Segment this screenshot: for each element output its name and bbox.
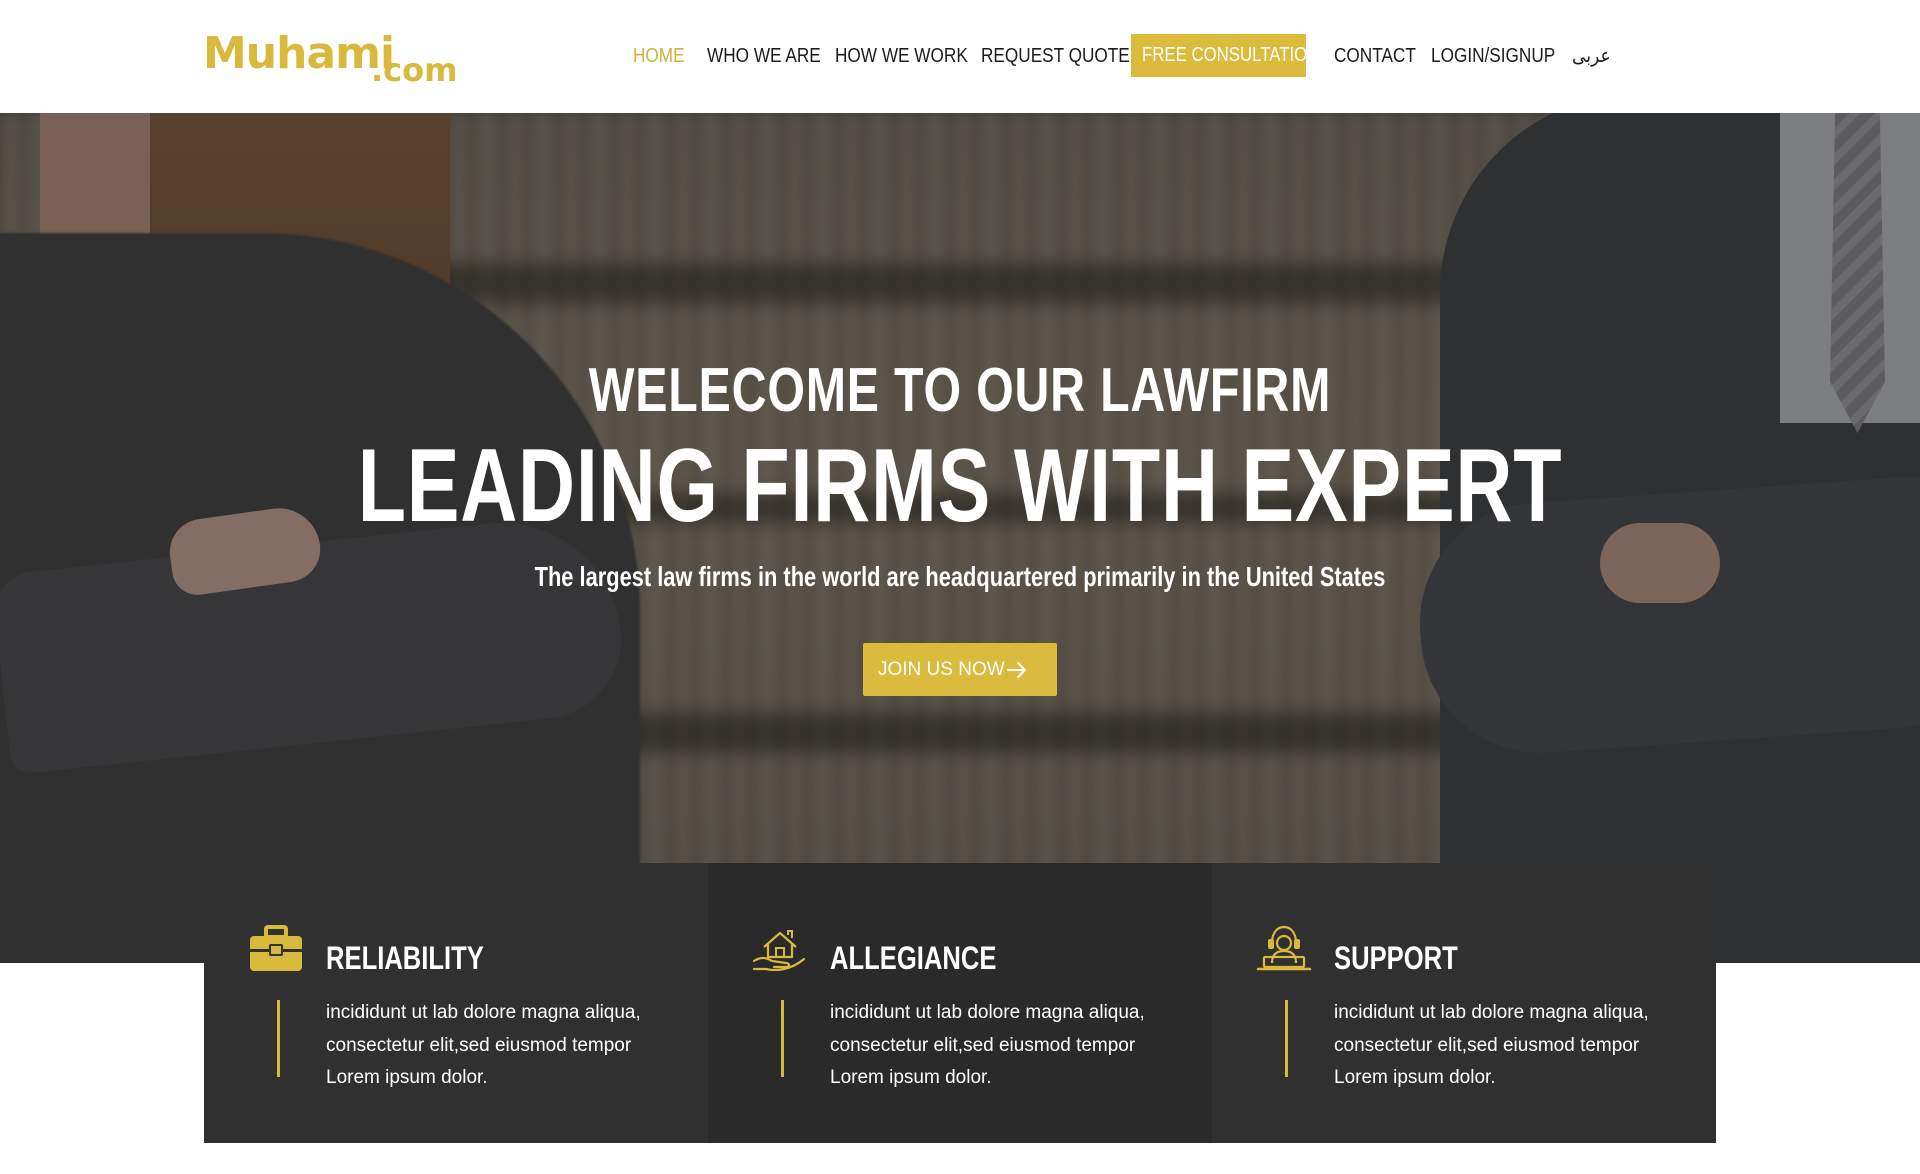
feature-card-allegiance: ALLEGIANCE incididunt ut lab dolore magn… [708,863,1212,1143]
feature-accent-bar [1285,1000,1288,1077]
nav-contact[interactable]: CONTACT [1334,34,1416,78]
feature-line: Lorem ipsum dolor. [1334,1067,1496,1088]
feature-line: incididunt ut lab dolore magna aliqua, [326,1002,641,1023]
feature-title: SUPPORT [1334,940,1458,976]
feature-line: incididunt ut lab dolore magna aliqua, [830,1002,1145,1023]
feature-line: consectetur elit,sed eiusmod tempor [326,1034,632,1056]
nav-free-consultation-label: FREE CONSULTATION [1142,44,1320,66]
feature-line: Lorem ipsum dolor. [830,1067,992,1088]
site-header: Muhami .com HOME WHO WE ARE HOW WE WORK … [0,0,1920,113]
hero-banner: WELECOME TO OUR LAWFIRM LEADING FIRMS WI… [0,113,1920,963]
feature-card-reliability: RELIABILITY incididunt ut lab dolore mag… [204,863,708,1143]
nav-language-arabic[interactable]: عربى [1572,34,1611,78]
main-navigation: HOME WHO WE ARE HOW WE WORK REQUEST QUOT… [0,34,1920,78]
feature-description: incididunt ut lab dolore magna aliqua, c… [326,997,686,1095]
features-strip: RELIABILITY incididunt ut lab dolore mag… [204,863,1716,1143]
feature-line: Lorem ipsum dolor. [326,1067,488,1088]
nav-home[interactable]: HOME [633,34,685,78]
nav-request-quote[interactable]: REQUEST QUOTE [981,34,1130,78]
arrow-right-icon [1007,662,1026,678]
house-in-hand-icon [752,930,806,972]
nav-free-consultation-button[interactable]: FREE CONSULTATION [1131,34,1319,77]
feature-accent-bar [781,1000,784,1077]
feature-accent-bar [277,1000,280,1077]
nav-who-we-are[interactable]: WHO WE ARE [707,34,821,78]
nav-how-we-work[interactable]: HOW WE WORK [835,34,968,78]
briefcase-icon [250,925,302,971]
feature-title: ALLEGIANCE [830,940,997,976]
feature-line: incididunt ut lab dolore magna aliqua, [1334,1002,1649,1023]
hero-headline: LEADING FIRMS WITH EXPERT [357,428,1563,544]
hero-subtitle: The largest law firms in the world are h… [534,561,1386,592]
feature-line: consectetur elit,sed eiusmod tempor [1334,1034,1640,1056]
hero-kicker: WELECOME TO OUR LAWFIRM [588,356,1332,425]
join-us-now-button[interactable]: JOIN US NOW [863,643,1057,696]
feature-description: incididunt ut lab dolore magna aliqua, c… [1334,997,1694,1095]
feature-description: incididunt ut lab dolore magna aliqua, c… [830,997,1190,1095]
feature-line: consectetur elit,sed eiusmod tempor [830,1034,1136,1056]
join-us-now-label: JOIN US NOW [878,659,1005,680]
nav-login-signup[interactable]: LOGIN/SIGNUP [1431,34,1555,78]
support-agent-icon [1256,925,1312,971]
feature-card-support: SUPPORT incididunt ut lab dolore magna a… [1212,863,1716,1143]
feature-title: RELIABILITY [326,940,484,976]
